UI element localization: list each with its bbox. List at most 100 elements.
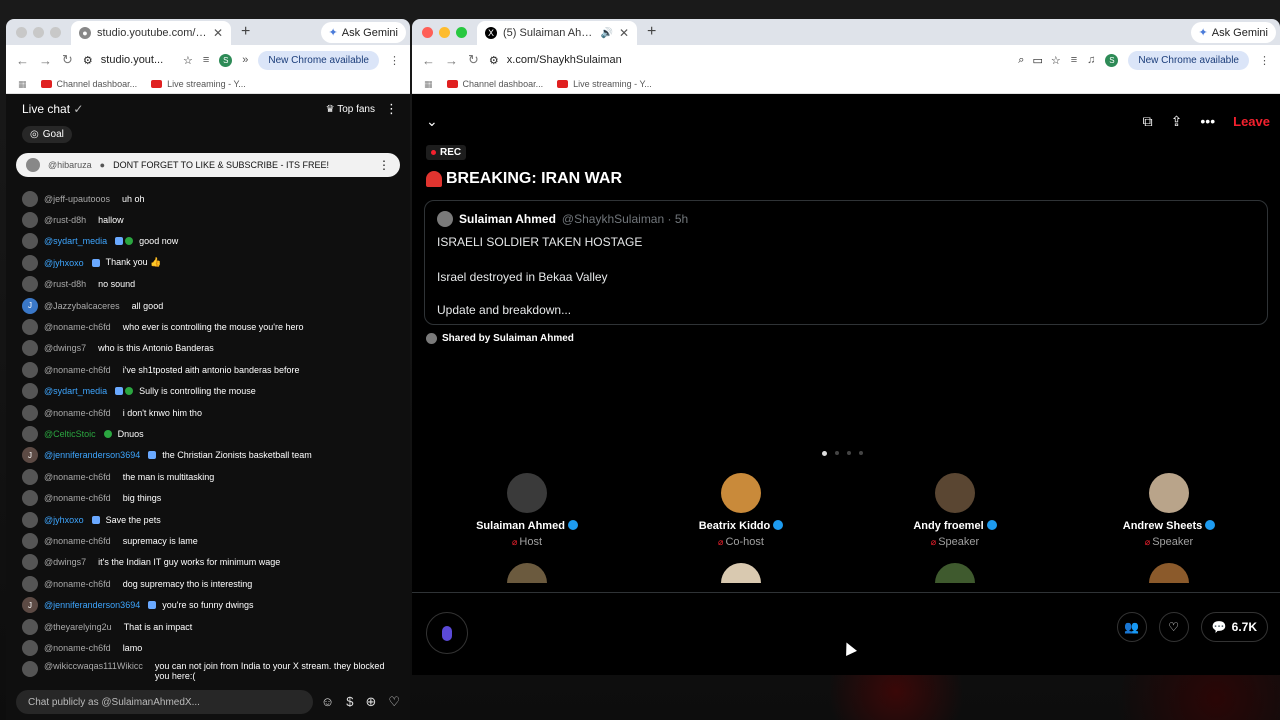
chat-message[interactable]: @noname-ch6fd lamo (6, 637, 410, 658)
chat-username[interactable]: @rust-d8h (44, 279, 86, 289)
address-bar[interactable]: ⚙ studio.yout... ☆ (83, 48, 193, 72)
speaker-card[interactable]: Beatrix Kiddo ⌀ Co-host (661, 473, 821, 548)
chat-username[interactable]: @sydart_media (44, 236, 107, 246)
profile-avatar[interactable]: S (219, 53, 233, 67)
pinned-tweet-card[interactable]: Sulaiman Ahmed @ShaykhSulaiman · 5h ISRA… (424, 200, 1268, 325)
chat-username[interactable]: @wikiccwaqas111Wikicc (44, 661, 143, 671)
chat-message[interactable]: @jyhxoxo Thank you 👍 (6, 252, 410, 273)
chat-username[interactable]: @jenniferanderson3694 (44, 450, 140, 460)
bookmark-live-streaming[interactable]: Live streaming - Y... (557, 79, 652, 89)
tab-x-profile[interactable]: X (5) Sulaiman Ahmed (@S 🔊 ✕ (477, 21, 637, 45)
chat-message[interactable]: @rust-d8h no sound (6, 274, 410, 295)
avatar[interactable] (22, 404, 38, 421)
reload-icon[interactable]: ↻ (62, 52, 73, 68)
avatar[interactable] (935, 563, 975, 583)
avatar[interactable]: J (22, 447, 38, 464)
chat-message[interactable]: @sydart_media good now (6, 231, 410, 252)
chat-username[interactable]: @noname-ch6fd (44, 408, 111, 418)
forward-arrow-icon[interactable]: → (445, 53, 458, 68)
media-control-icon[interactable]: ♫ (1087, 54, 1095, 66)
chat-message[interactable]: @noname-ch6fd dog supremacy tho is intere… (6, 573, 410, 594)
chat-message[interactable]: @noname-ch6fd i've sh1tposted aith antoni… (6, 359, 410, 380)
cast-icon[interactable]: ▭ (1032, 54, 1042, 67)
reload-icon[interactable]: ↻ (468, 52, 479, 68)
tweet-author[interactable]: Sulaiman Ahmed (459, 212, 556, 226)
avatar[interactable] (22, 639, 38, 656)
avatar[interactable] (22, 383, 38, 400)
tab-youtube-studio[interactable]: ● studio.youtube.com/live_cha ✕ (71, 21, 231, 45)
chat-message[interactable]: @noname-ch6fd the man is multitasking (6, 466, 410, 487)
chat-username[interactable]: @noname-ch6fd (44, 493, 111, 503)
reaction-heart-icon[interactable]: ♡ (1158, 612, 1189, 642)
chat-message[interactable]: J @Jazzybalcaceres all good (6, 295, 410, 316)
chat-username[interactable]: @noname-ch6fd (44, 472, 111, 482)
chat-input[interactable]: Chat publicly as @SulaimanAhmedX... (16, 690, 313, 714)
kebab-menu-icon[interactable]: ⋮ (389, 54, 400, 67)
chat-message[interactable]: @noname-ch6fd big things (6, 487, 410, 508)
avatar[interactable] (507, 563, 547, 583)
chat-message[interactable]: @dwings7 who is this Antonio Banderas (6, 338, 410, 359)
chat-username[interactable]: @CelticStoic (44, 429, 96, 439)
chat-username[interactable]: @Jazzybalcaceres (44, 301, 120, 311)
kebab-menu-icon[interactable]: ⋮ (1259, 54, 1270, 67)
pager-dot[interactable] (859, 451, 863, 455)
microphone-button[interactable] (426, 612, 468, 654)
close-window-button[interactable] (422, 26, 433, 38)
avatar[interactable] (22, 618, 38, 635)
chat-message[interactable]: @noname-ch6fd supremacy is lame (6, 530, 410, 551)
close-tab-icon[interactable]: ✕ (213, 26, 223, 40)
chat-message[interactable]: @wikiccwaqas111Wikicc you can not join fr… (6, 659, 410, 685)
chat-message[interactable]: @rust-d8h hallow (6, 209, 410, 230)
avatar[interactable] (22, 212, 38, 229)
avatar[interactable] (22, 511, 38, 528)
site-info-icon[interactable]: ⚙ (83, 54, 93, 67)
address-bar[interactable]: ⚙ x.com/ShaykhSulaiman ⌕ ▭ ☆ (489, 48, 1061, 72)
close-tab-icon[interactable]: ✕ (619, 26, 629, 40)
chat-message[interactable]: @jyhxoxo Save the pets (6, 509, 410, 530)
chat-message[interactable]: @sydart_media Sully is controlling the mo… (6, 381, 410, 402)
share-icon[interactable]: ⇪ (1171, 113, 1183, 130)
speaker-card[interactable]: Sulaiman Ahmed ⌀ Host (447, 473, 607, 548)
avatar[interactable] (22, 233, 38, 250)
avatar[interactable] (22, 490, 38, 507)
new-chrome-available-button[interactable]: New Chrome available (258, 50, 379, 70)
chat-username[interactable]: @dwings7 (44, 557, 86, 567)
ask-gemini-button[interactable]: ✦ Ask Gemini (1190, 22, 1276, 43)
chat-username[interactable]: @jyhxoxo (44, 258, 84, 268)
chat-username[interactable]: @dwings7 (44, 343, 86, 353)
speaker-card[interactable]: Andrew Sheets ⌀ Speaker (1089, 473, 1249, 548)
chat-message[interactable]: @theyarelying2u That is an impact (6, 616, 410, 637)
apps-grid-icon[interactable]: ▦ (424, 79, 433, 90)
avatar[interactable] (22, 254, 38, 271)
avatar[interactable] (507, 473, 547, 513)
chat-message[interactable]: @noname-ch6fd i don't knwo him tho (6, 402, 410, 423)
avatar[interactable] (1149, 473, 1189, 513)
avatar[interactable] (22, 468, 38, 485)
avatar[interactable]: J (22, 297, 38, 314)
avatar[interactable] (22, 361, 38, 378)
avatar[interactable] (437, 211, 453, 227)
avatar[interactable] (721, 563, 761, 583)
avatar[interactable] (22, 276, 38, 293)
pager-dot[interactable] (835, 451, 839, 455)
chat-username[interactable]: @noname-ch6fd (44, 643, 111, 653)
chat-menu-icon[interactable]: ⋮ (385, 101, 398, 117)
avatar[interactable] (935, 473, 975, 513)
new-tab-button[interactable]: + (637, 19, 666, 45)
minimize-window-button[interactable] (33, 26, 44, 38)
bookmark-channel-dashboard[interactable]: Channel dashboar... (446, 79, 543, 89)
people-icon[interactable]: 👥 (1116, 612, 1147, 642)
chat-username[interactable]: @noname-ch6fd (44, 579, 111, 589)
chat-message[interactable]: @jeff-upautooos uh oh (6, 188, 410, 209)
collapse-chevron-icon[interactable]: ⌄ (426, 113, 438, 130)
back-arrow-icon[interactable]: ← (16, 53, 29, 68)
pager-dot[interactable] (822, 451, 827, 456)
top-fans-button[interactable]: ♛ Top fans (326, 104, 375, 115)
emoji-icon[interactable]: ☺ (321, 694, 334, 710)
chat-username[interactable]: @rust-d8h (44, 215, 86, 225)
avatar[interactable] (22, 425, 38, 442)
new-tab-button[interactable]: + (231, 19, 260, 45)
pinned-menu-icon[interactable]: ⋮ (378, 158, 390, 172)
apps-grid-icon[interactable]: ▦ (18, 79, 27, 90)
profile-avatar[interactable]: S (1105, 53, 1119, 67)
